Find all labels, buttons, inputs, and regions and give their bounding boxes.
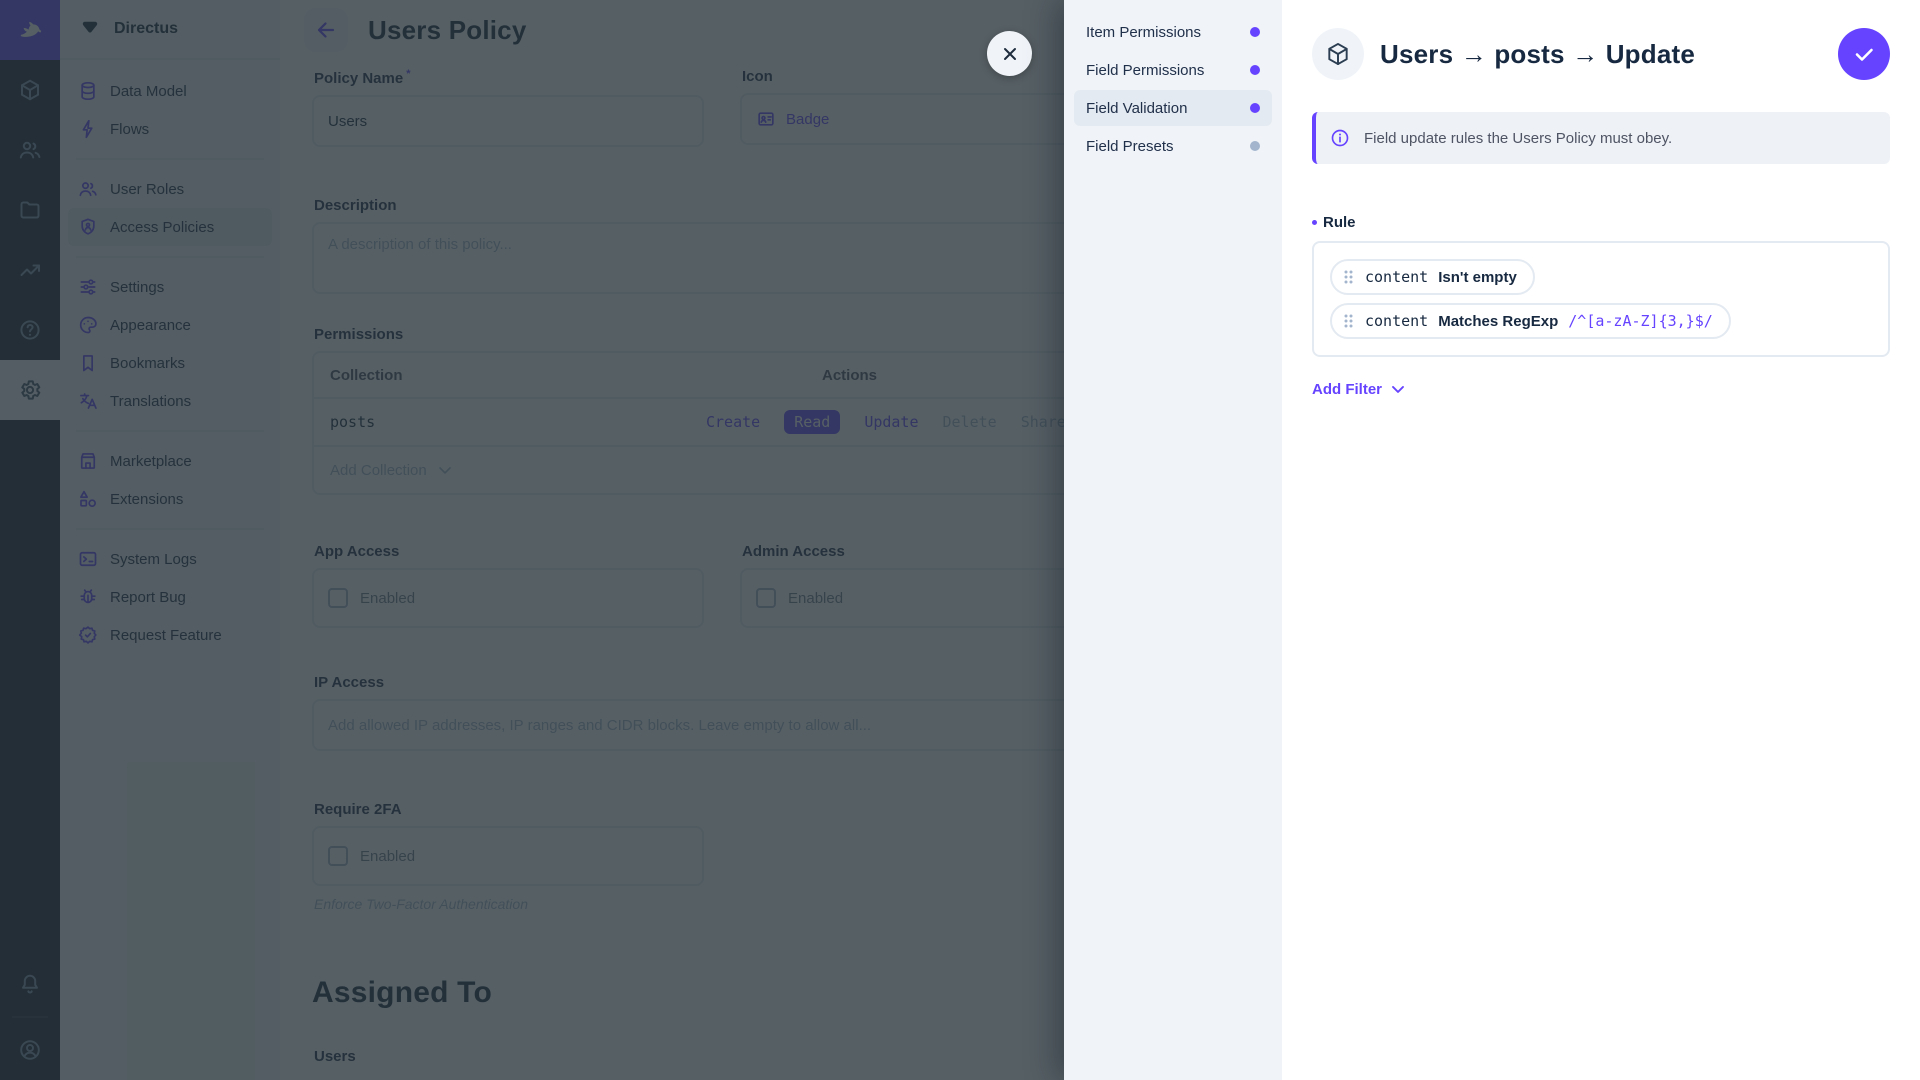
filter-rule[interactable]: content Isn't empty [1330,259,1535,295]
info-icon [1330,128,1350,148]
tab-field-validation[interactable]: Field Validation [1074,90,1272,126]
drag-handle-icon[interactable] [1342,312,1355,330]
cube-icon [1325,41,1351,67]
filter-value[interactable]: /^[a-zA-Z]{3,}$/ [1568,312,1713,330]
add-filter-button[interactable]: Add Filter [1312,379,1408,399]
drawer-main: Users → posts → Update Field update rule… [1282,0,1920,1080]
drawer-overlay-scrim[interactable] [0,0,1064,1080]
notice-text: Field update rules the Users Policy must… [1364,130,1672,147]
status-dot [1250,27,1260,37]
tab-field-permissions[interactable]: Field Permissions [1074,52,1272,88]
rule-label: Rule [1323,214,1356,231]
status-dot [1250,65,1260,75]
rule-filters-box: content Isn't empty content Matches RegE… [1312,241,1890,357]
directus-settings-screen: Directus Data Model Flows User Roles Acc… [0,0,1920,1080]
drawer-nav: Item Permissions Field Permissions Field… [1064,0,1282,1080]
permissions-drawer: Item Permissions Field Permissions Field… [1064,0,1920,1080]
filter-operator[interactable]: Matches RegExp [1438,313,1558,330]
rule-label-row: Rule [1312,214,1890,231]
close-drawer-button[interactable] [987,31,1032,76]
drawer-header: Users → posts → Update [1312,0,1890,108]
status-dot [1250,103,1260,113]
chevron-down-icon [1388,379,1408,399]
filter-field[interactable]: content [1365,268,1428,286]
edited-dot [1312,220,1317,225]
filter-rule[interactable]: content Matches RegExp /^[a-zA-Z]{3,}$/ [1330,303,1731,339]
confirm-button[interactable] [1838,28,1890,80]
status-dot [1250,141,1260,151]
tab-field-presets[interactable]: Field Presets [1074,128,1272,164]
filter-field[interactable]: content [1365,312,1428,330]
tab-item-permissions[interactable]: Item Permissions [1074,14,1272,50]
collection-icon-chip [1312,28,1364,80]
drawer-title: Users → posts → Update [1380,39,1822,70]
drag-handle-icon[interactable] [1342,268,1355,286]
filter-operator[interactable]: Isn't empty [1438,269,1517,286]
info-notice: Field update rules the Users Policy must… [1312,112,1890,164]
close-icon [1000,44,1020,64]
check-icon [1852,42,1876,66]
